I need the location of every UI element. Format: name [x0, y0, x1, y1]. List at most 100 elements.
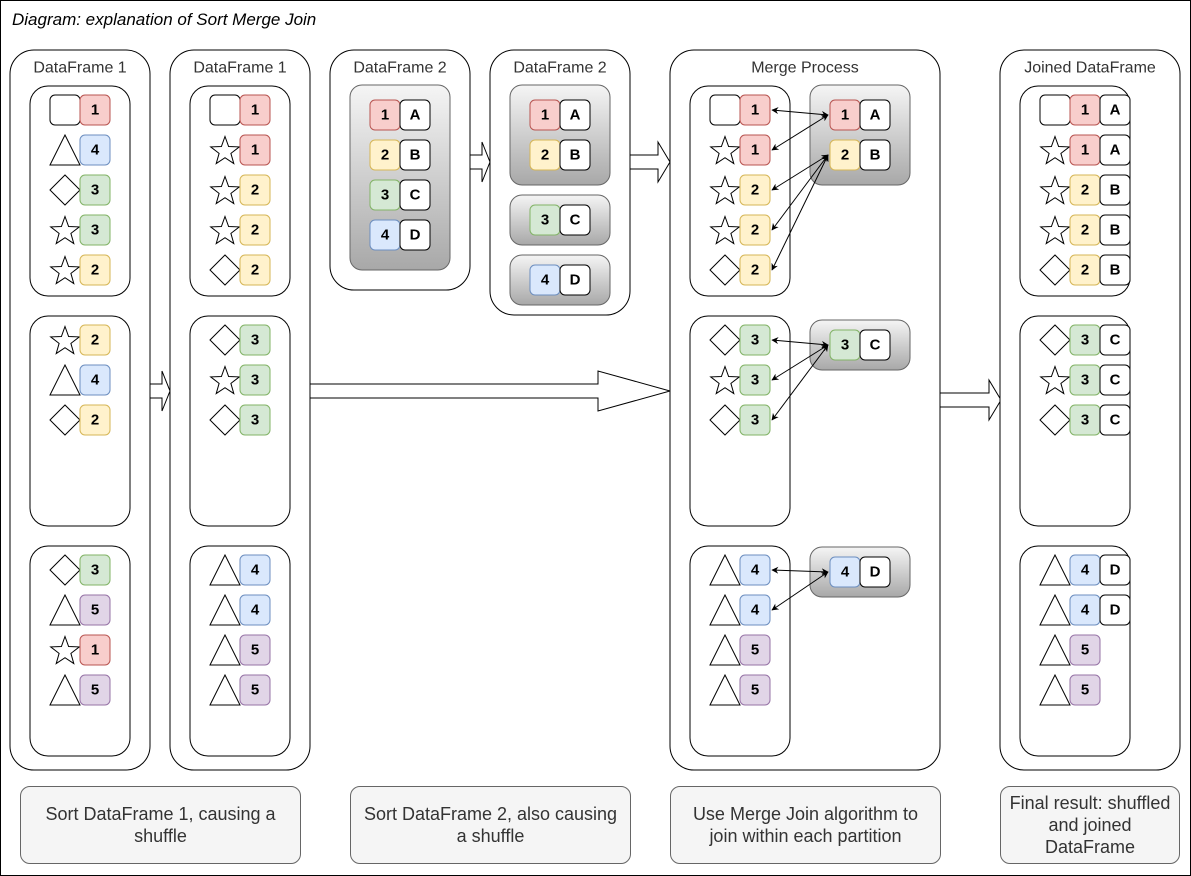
row: 4D	[829, 556, 891, 588]
key-label: 4	[251, 602, 260, 619]
key-label: 3	[751, 412, 759, 429]
key-label: 4	[251, 562, 260, 579]
key-label: 1	[251, 102, 259, 119]
key-label: 1	[91, 102, 99, 119]
partition-2: 3 C3 C3 C	[1019, 315, 1131, 527]
row: 1	[209, 94, 271, 126]
key-label: 5	[1081, 642, 1089, 659]
value-label: B	[870, 147, 881, 164]
key-label: 3	[251, 372, 259, 389]
value-label: C	[1110, 372, 1121, 389]
value-label: D	[410, 227, 421, 244]
row: 1	[709, 94, 771, 126]
value-label: B	[410, 147, 421, 164]
key-label: 4	[381, 227, 390, 244]
partition-2: 3C	[509, 194, 611, 246]
row: 2B	[529, 139, 591, 171]
key-label: 5	[1081, 682, 1089, 699]
value-label: B	[1110, 222, 1121, 239]
value-label: C	[1110, 332, 1121, 349]
key-label: 2	[1081, 182, 1089, 199]
key-label: 5	[91, 602, 99, 619]
column-title: DataFrame 2	[513, 60, 606, 77]
key-label: 3	[541, 212, 549, 229]
key-label: 2	[381, 147, 389, 164]
key-label: 3	[91, 222, 99, 239]
column-title: Joined DataFrame	[1024, 60, 1156, 77]
partition-3: 4D	[509, 254, 611, 306]
key-label: 5	[751, 642, 759, 659]
key-label: 3	[381, 187, 389, 204]
key-label: 5	[251, 642, 259, 659]
partition-1: 1 A 2 B	[509, 84, 611, 186]
key-label: 3	[1081, 332, 1089, 349]
column-title: DataFrame 1	[33, 60, 126, 77]
flow-arrow-to-merge	[309, 370, 672, 412]
key-label: 3	[91, 562, 99, 579]
partition-1: 1 A2 B3 C4 D	[349, 84, 451, 271]
square-shape-icon	[709, 94, 741, 126]
key-label: 1	[91, 642, 99, 659]
flow-arrow-df1	[149, 370, 171, 412]
square-shape-icon	[1039, 94, 1071, 126]
key-label: 1	[1081, 142, 1089, 159]
square-shape-icon	[49, 94, 81, 126]
column-dataframe1-unsorted: DataFrame 1 1 4 3 3 2 2 4 2 3 5 1 5	[9, 49, 151, 771]
value-label: A	[870, 107, 881, 124]
caption-final-result: Final result: shuffled and joined DataFr…	[1000, 786, 1180, 864]
left-partition-2: 3 3 3	[689, 315, 791, 527]
row: 2B	[1039, 254, 1131, 286]
key-label: 3	[251, 332, 259, 349]
row: 3C	[369, 179, 431, 211]
key-label: 2	[91, 332, 99, 349]
partition-3: 3 5 1 5	[29, 545, 131, 757]
row: 4D	[1039, 553, 1131, 586]
value-label: D	[870, 564, 881, 581]
column-dataframe1-sorted: DataFrame 1 1 1 2 2 2 3 3 3 4 4 5 5	[169, 49, 311, 771]
flow-arrow-df2-to-merge	[629, 140, 671, 184]
value-label: C	[570, 212, 581, 229]
value-label: A	[570, 107, 581, 124]
key-label: 5	[91, 682, 99, 699]
value-label: D	[1110, 602, 1121, 619]
partition-box	[809, 84, 911, 186]
key-label: 3	[91, 182, 99, 199]
value-label: D	[570, 272, 581, 289]
key-label: 3	[751, 332, 759, 349]
row: 2B	[829, 139, 891, 171]
key-label: 3	[751, 372, 759, 389]
key-label: 3	[841, 337, 849, 354]
row: 1A	[1039, 94, 1131, 126]
key-label: 2	[251, 182, 259, 199]
key-label: 4	[91, 372, 100, 389]
key-label: 1	[1081, 102, 1089, 119]
value-label: D	[1110, 562, 1121, 579]
key-label: 3	[1081, 372, 1089, 389]
value-label: A	[410, 107, 421, 124]
key-label: 4	[91, 142, 100, 159]
key-label: 4	[1081, 562, 1090, 579]
value-label: B	[1110, 262, 1121, 279]
row: 4D	[529, 264, 591, 296]
value-label: A	[1110, 102, 1121, 119]
column-title: Merge Process	[751, 60, 859, 77]
key-label: 5	[751, 682, 759, 699]
row: 3C	[1039, 324, 1131, 356]
partition-3: 4 4 5 5	[189, 545, 291, 757]
key-label: 1	[251, 142, 259, 159]
key-label: 5	[251, 682, 259, 699]
key-label: 1	[541, 107, 549, 124]
key-label: 2	[751, 222, 759, 239]
row: 3C	[829, 329, 891, 361]
key-label: 2	[751, 182, 759, 199]
row: 4D	[1039, 593, 1131, 626]
caption-sort-df2: Sort DataFrame 2, also causing a shuffle	[350, 786, 631, 864]
column-title: DataFrame 1	[193, 60, 286, 77]
key-label: 2	[541, 147, 549, 164]
row: 4D	[369, 219, 431, 251]
key-label: 1	[381, 107, 389, 124]
key-label: 1	[841, 107, 849, 124]
row: 1	[49, 94, 111, 126]
key-label: 1	[751, 142, 759, 159]
key-label: 2	[841, 147, 849, 164]
